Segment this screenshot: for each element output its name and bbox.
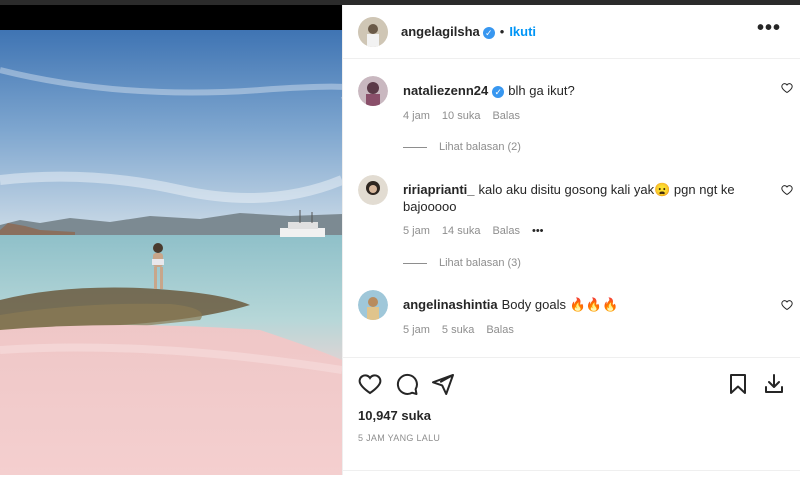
- more-options-icon[interactable]: •••: [757, 17, 781, 40]
- add-comment-row: [343, 470, 800, 481]
- follow-button[interactable]: Ikuti: [509, 24, 536, 39]
- like-heart-icon[interactable]: [358, 372, 382, 396]
- like-comment-heart-icon[interactable]: [781, 184, 793, 196]
- commenter-avatar[interactable]: [358, 175, 388, 205]
- author-avatar[interactable]: [358, 17, 388, 47]
- comment-likes[interactable]: 5 suka: [442, 324, 474, 336]
- commenter-avatar[interactable]: [358, 290, 388, 320]
- download-icon[interactable]: [762, 372, 786, 396]
- verified-badge-icon: ✓: [482, 26, 495, 39]
- comment-text: ririaprianti_ kalo aku disitu gosong kali…: [403, 181, 743, 215]
- commenter-username[interactable]: angelinashintia: [403, 297, 498, 312]
- commenter-username[interactable]: nataliezenn24: [403, 83, 488, 98]
- view-replies-label: Lihat balasan (3): [439, 257, 521, 269]
- likes-count[interactable]: 10,947 suka: [358, 408, 431, 423]
- comment-meta: 5 jam 14 suka Balas •••: [403, 225, 556, 237]
- like-comment-heart-icon[interactable]: [781, 299, 793, 311]
- comment-text: nataliezenn24 ✓ blh ga ikut?: [403, 82, 743, 99]
- author-username[interactable]: angelagilsha: [401, 24, 480, 39]
- comment-text: angelinashintia Body goals 🔥🔥🔥: [403, 296, 743, 313]
- post-photo[interactable]: [0, 30, 342, 475]
- share-send-icon[interactable]: [431, 372, 455, 396]
- post-actions-section: 10,947 suka 5 JAM YANG LALU: [343, 357, 800, 476]
- comment-body: blh ga ikut?: [508, 83, 575, 98]
- comment-likes[interactable]: 14 suka: [442, 225, 481, 237]
- post-side-panel: angelagilsha ✓ • Ikuti ••• nataliezenn24 ✓ bl…: [342, 5, 800, 475]
- post-time-ago: 5 JAM YANG LALU: [358, 433, 441, 443]
- beach-photo-image: [0, 30, 342, 475]
- commenter-username[interactable]: ririaprianti_: [403, 182, 475, 197]
- replies-line: [403, 146, 427, 148]
- comment-time[interactable]: 5 jam: [403, 225, 430, 237]
- comment-meta: 5 jam 5 suka Balas: [403, 324, 526, 336]
- separator-dot: •: [499, 24, 505, 39]
- comment-likes[interactable]: 10 suka: [442, 110, 481, 122]
- verified-badge-icon: ✓: [492, 85, 505, 98]
- commenter-avatar[interactable]: [358, 76, 388, 106]
- replies-line: [403, 262, 427, 264]
- view-replies-button[interactable]: Lihat balasan (3): [403, 257, 521, 269]
- post-header: angelagilsha ✓ • Ikuti •••: [343, 5, 800, 59]
- reply-button[interactable]: Balas: [492, 110, 520, 122]
- comment-bubble-icon[interactable]: [395, 372, 419, 396]
- save-bookmark-icon[interactable]: [726, 372, 750, 396]
- reply-button[interactable]: Balas: [486, 324, 514, 336]
- author-line: angelagilsha ✓ • Ikuti: [401, 24, 536, 39]
- comment-time[interactable]: 4 jam: [403, 110, 430, 122]
- photo-top-overlay: [0, 5, 342, 30]
- view-replies-button[interactable]: Lihat balasan (2): [403, 141, 521, 153]
- reply-button[interactable]: Balas: [492, 225, 520, 237]
- comment-body: Body goals 🔥🔥🔥: [501, 297, 619, 312]
- comment-time[interactable]: 5 jam: [403, 324, 430, 336]
- like-comment-heart-icon[interactable]: [781, 82, 793, 94]
- view-replies-label: Lihat balasan (2): [439, 141, 521, 153]
- comment-options-icon[interactable]: •••: [532, 225, 544, 237]
- comment-meta: 4 jam 10 suka Balas: [403, 110, 532, 122]
